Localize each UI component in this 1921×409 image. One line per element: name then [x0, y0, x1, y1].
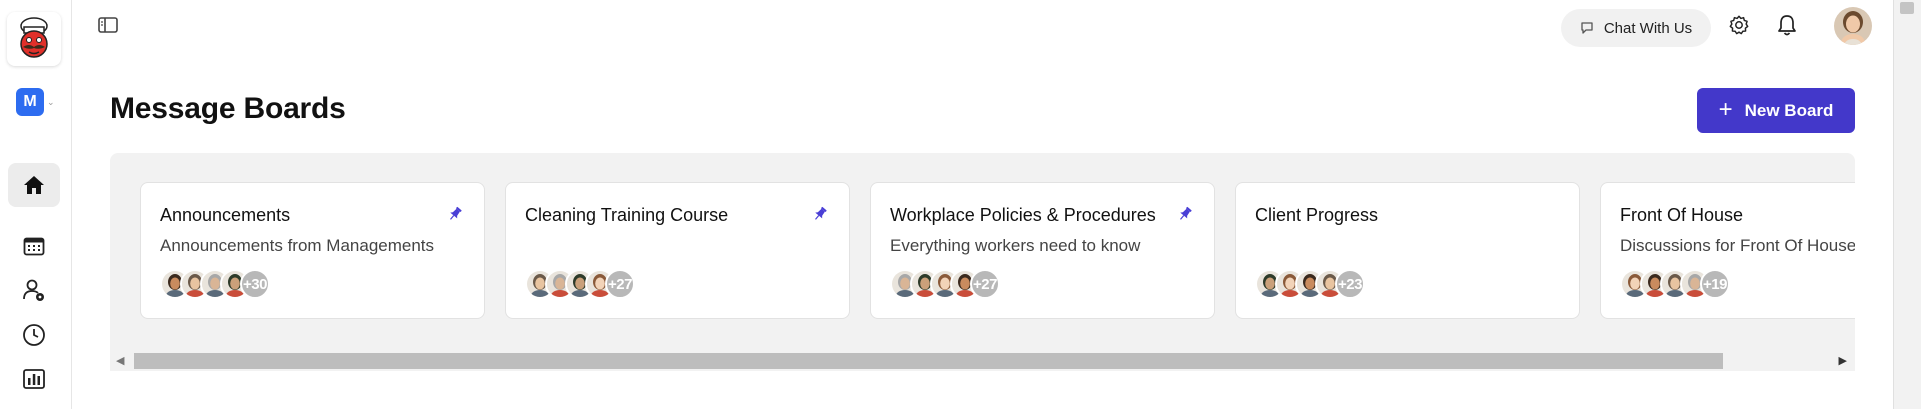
chevron-down-icon: ⌄: [47, 96, 55, 107]
board-title: Front Of House: [1620, 205, 1744, 225]
board-title: Workplace Policies & Procedures: [890, 205, 1156, 225]
horizontal-scrollbar[interactable]: ◀ ▶: [110, 350, 1855, 371]
vertical-scrollbar[interactable]: [1893, 0, 1921, 409]
app-logo[interactable]: [7, 12, 61, 66]
board-description: Discussions for Front Of House: [1620, 236, 1855, 255]
scroll-right-icon[interactable]: ▶: [1839, 354, 1847, 367]
new-board-button[interactable]: + New Board: [1697, 88, 1855, 133]
nav-users[interactable]: [8, 268, 60, 312]
bar-chart-icon: [23, 369, 45, 389]
nav-time[interactable]: [8, 313, 60, 357]
more-members-count: +19: [1700, 269, 1730, 299]
calendar-icon: [23, 237, 45, 256]
home-icon: [24, 176, 44, 194]
board-description: Announcements from Managements: [160, 236, 435, 255]
new-board-label: New Board: [1744, 100, 1834, 120]
board-description: Everything workers need to know: [890, 236, 1141, 255]
member-avatars: +23: [1255, 269, 1365, 299]
workspace-switcher[interactable]: M ⌄: [16, 88, 55, 116]
member-avatars: +30: [160, 269, 270, 299]
sidebar: M ⌄: [0, 0, 72, 409]
member-avatars: +27: [525, 269, 635, 299]
nav-home[interactable]: [8, 163, 60, 207]
chef-mascot-icon: [20, 17, 48, 58]
board-card[interactable]: Announcements Announcements from Manageme…: [140, 182, 485, 319]
notifications-button[interactable]: [1774, 12, 1800, 38]
scroll-left-icon[interactable]: ◀: [116, 354, 124, 367]
scrollbar-thumb[interactable]: [134, 353, 1723, 369]
board-title: Client Progress: [1255, 205, 1379, 225]
user-photo-icon: [1834, 7, 1872, 45]
chat-with-us-label: Chat With Us: [1603, 19, 1693, 37]
clock-icon: [23, 324, 45, 346]
chat-with-us-button[interactable]: Chat With Us: [1561, 9, 1711, 47]
member-avatars: +19: [1620, 269, 1730, 299]
sidebar-toggle-button[interactable]: [98, 17, 120, 35]
bell-icon: [1778, 15, 1796, 36]
member-avatars: +27: [890, 269, 1000, 299]
settings-button[interactable]: [1726, 12, 1752, 38]
pin-icon[interactable]: [446, 205, 464, 223]
sidebar-toggle-icon: [98, 17, 118, 33]
gear-icon: [1729, 15, 1749, 35]
more-members-count: +23: [1335, 269, 1365, 299]
board-card[interactable]: Cleaning Training Course +27: [505, 182, 850, 319]
chat-bubble-icon: [1581, 22, 1593, 34]
pin-icon[interactable]: [1176, 205, 1194, 223]
more-members-count: +30: [240, 269, 270, 299]
board-title: Cleaning Training Course: [525, 205, 729, 225]
pin-icon[interactable]: [811, 205, 829, 223]
more-members-count: +27: [605, 269, 635, 299]
boards-carousel: Announcements Announcements from Manageme…: [110, 153, 1855, 371]
board-card[interactable]: Client Progress +23: [1235, 182, 1580, 319]
more-members-count: +27: [970, 269, 1000, 299]
board-title: Announcements: [160, 205, 291, 225]
nav-calendar[interactable]: [8, 224, 60, 268]
main-content: Chat With Us Message Boards + New Board …: [72, 0, 1893, 409]
vertical-scrollbar-thumb[interactable]: [1900, 2, 1914, 14]
user-avatar[interactable]: [1834, 7, 1872, 45]
nav-reports[interactable]: [8, 357, 60, 401]
page-title: Message Boards: [110, 92, 346, 125]
board-card[interactable]: Front Of House Discussions for Front Of H…: [1600, 182, 1855, 319]
user-settings-icon: [23, 279, 44, 301]
plus-icon: +: [1718, 95, 1733, 123]
workspace-badge: M: [16, 88, 44, 116]
boards-list: Announcements Announcements from Manageme…: [140, 182, 1855, 319]
board-card[interactable]: Workplace Policies & Procedures Everythin…: [870, 182, 1215, 319]
